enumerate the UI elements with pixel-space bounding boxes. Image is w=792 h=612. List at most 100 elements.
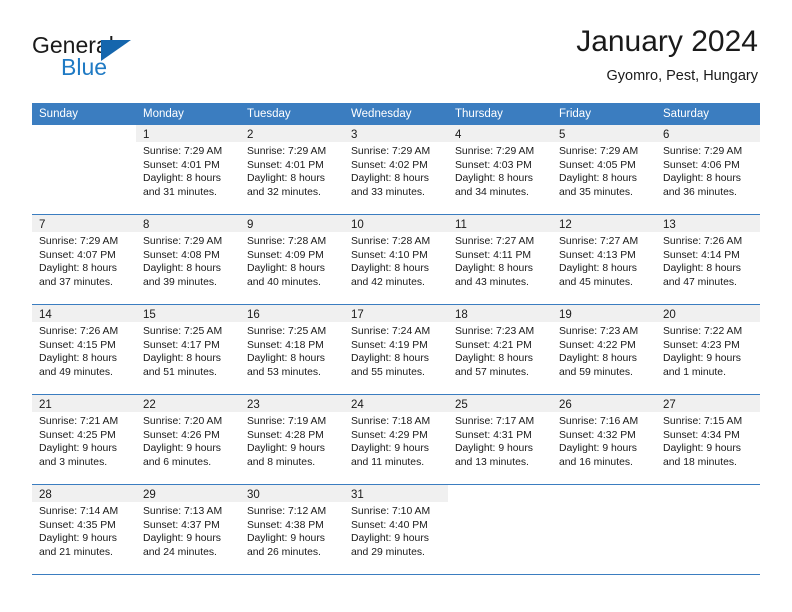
day-info-line: Sunset: 4:13 PM	[559, 249, 636, 261]
day-info: Sunrise: 7:23 AM Sunset: 4:21 PM Daylight:…	[448, 322, 552, 379]
day-cell[interactable]: 5 Sunrise: 7:29 AM Sunset: 4:05 PM Daylight…	[552, 125, 656, 214]
day-cell[interactable]: 14 Sunrise: 7:26 AM Sunset: 4:15 PM Dayligh…	[32, 305, 136, 394]
day-number-band: 4	[448, 125, 552, 142]
day-cell[interactable]: 1 Sunrise: 7:29 AM Sunset: 4:01 PM Daylight…	[136, 125, 240, 214]
day-info-line: Sunrise: 7:29 AM	[143, 146, 223, 157]
day-info-line: Sunset: 4:10 PM	[351, 249, 428, 261]
day-cell[interactable]: 7 Sunrise: 7:29 AM Sunset: 4:07 PM Daylight…	[32, 215, 136, 304]
day-info-line: Daylight: 9 hours	[247, 533, 325, 545]
general-blue-logo[interactable]: General Blue	[32, 32, 212, 88]
day-info-line: Sunrise: 7:18 AM	[351, 416, 431, 427]
day-number: 1	[143, 129, 150, 141]
day-number: 13	[663, 219, 676, 231]
day-info-line: Daylight: 8 hours	[351, 353, 429, 365]
day-number-band: 18	[448, 305, 552, 322]
day-info-line: Sunrise: 7:16 AM	[559, 416, 639, 427]
day-number-band: 21	[32, 395, 136, 412]
day-info: Sunrise: 7:19 AM Sunset: 4:28 PM Daylight:…	[240, 412, 344, 469]
day-info-line: Sunrise: 7:29 AM	[39, 236, 119, 247]
day-info: Sunrise: 7:27 AM Sunset: 4:11 PM Daylight:…	[448, 232, 552, 289]
day-info-line: Sunrise: 7:26 AM	[663, 236, 743, 247]
day-number: 27	[663, 399, 676, 411]
day-info-line: Daylight: 9 hours	[39, 533, 117, 545]
day-info-line: Daylight: 9 hours	[559, 443, 637, 455]
day-info-line: Sunset: 4:21 PM	[455, 339, 532, 351]
day-cell[interactable]: 21 Sunrise: 7:21 AM Sunset: 4:25 PM Dayligh…	[32, 395, 136, 484]
day-info-line: Sunrise: 7:21 AM	[39, 416, 119, 427]
day-info: Sunrise: 7:26 AM Sunset: 4:15 PM Daylight:…	[32, 322, 136, 379]
day-number: 22	[143, 399, 156, 411]
day-info: Sunrise: 7:28 AM Sunset: 4:10 PM Daylight:…	[344, 232, 448, 289]
day-number: 9	[247, 219, 254, 231]
day-info: Sunrise: 7:29 AM Sunset: 4:05 PM Daylight:…	[552, 142, 656, 199]
day-cell[interactable]: 29 Sunrise: 7:13 AM Sunset: 4:37 PM Dayligh…	[136, 485, 240, 574]
day-info: Sunrise: 7:29 AM Sunset: 4:07 PM Daylight:…	[32, 232, 136, 289]
day-info-line: Daylight: 9 hours	[143, 533, 221, 545]
day-info-line: and 47 minutes.	[663, 276, 737, 288]
day-cell[interactable]: 26 Sunrise: 7:16 AM Sunset: 4:32 PM Dayligh…	[552, 395, 656, 484]
day-cell[interactable]: 25 Sunrise: 7:17 AM Sunset: 4:31 PM Dayligh…	[448, 395, 552, 484]
day-info: Sunrise: 7:25 AM Sunset: 4:18 PM Daylight:…	[240, 322, 344, 379]
day-cell[interactable]: 19 Sunrise: 7:23 AM Sunset: 4:22 PM Dayligh…	[552, 305, 656, 394]
day-number-band	[448, 485, 552, 502]
day-info-line: Sunset: 4:03 PM	[455, 159, 532, 171]
day-cell[interactable]: 20 Sunrise: 7:22 AM Sunset: 4:23 PM Dayligh…	[656, 305, 760, 394]
day-cell[interactable]: 13 Sunrise: 7:26 AM Sunset: 4:14 PM Dayligh…	[656, 215, 760, 304]
day-cell[interactable]: 28 Sunrise: 7:14 AM Sunset: 4:35 PM Dayligh…	[32, 485, 136, 574]
day-number: 10	[351, 219, 364, 231]
day-cell[interactable]: 4 Sunrise: 7:29 AM Sunset: 4:03 PM Daylight…	[448, 125, 552, 214]
day-cell[interactable]: 6 Sunrise: 7:29 AM Sunset: 4:06 PM Daylight…	[656, 125, 760, 214]
day-number-band: 1	[136, 125, 240, 142]
calendar-week-row: 1 Sunrise: 7:29 AM Sunset: 4:01 PM Daylight…	[32, 125, 760, 214]
day-cell[interactable]: 3 Sunrise: 7:29 AM Sunset: 4:02 PM Daylight…	[344, 125, 448, 214]
day-info: Sunrise: 7:29 AM Sunset: 4:01 PM Daylight:…	[136, 142, 240, 199]
day-number-band: 22	[136, 395, 240, 412]
day-cell[interactable]: 10 Sunrise: 7:28 AM Sunset: 4:10 PM Dayligh…	[344, 215, 448, 304]
day-cell[interactable]: 27 Sunrise: 7:15 AM Sunset: 4:34 PM Dayligh…	[656, 395, 760, 484]
day-info-line: Sunset: 4:17 PM	[143, 339, 220, 351]
day-cell[interactable]: 11 Sunrise: 7:27 AM Sunset: 4:11 PM Dayligh…	[448, 215, 552, 304]
day-number-band: 29	[136, 485, 240, 502]
day-info-line: Sunset: 4:05 PM	[559, 159, 636, 171]
day-number-band: 31	[344, 485, 448, 502]
day-cell[interactable]: 18 Sunrise: 7:23 AM Sunset: 4:21 PM Dayligh…	[448, 305, 552, 394]
day-cell[interactable]: 17 Sunrise: 7:24 AM Sunset: 4:19 PM Dayligh…	[344, 305, 448, 394]
day-info-line: Sunrise: 7:23 AM	[455, 326, 535, 337]
day-info-line: Sunrise: 7:23 AM	[559, 326, 639, 337]
day-info-line: Sunset: 4:18 PM	[247, 339, 324, 351]
day-info-line: Daylight: 8 hours	[247, 173, 325, 185]
day-info-line: Sunset: 4:40 PM	[351, 519, 428, 531]
day-info-line: Sunset: 4:01 PM	[143, 159, 220, 171]
day-number: 12	[559, 219, 572, 231]
day-info-line: and 45 minutes.	[559, 276, 633, 288]
day-number-band: 14	[32, 305, 136, 322]
day-info-line: Sunrise: 7:22 AM	[663, 326, 743, 337]
day-info: Sunrise: 7:12 AM Sunset: 4:38 PM Daylight:…	[240, 502, 344, 559]
day-cell[interactable]: 9 Sunrise: 7:28 AM Sunset: 4:09 PM Daylight…	[240, 215, 344, 304]
day-number-band: 25	[448, 395, 552, 412]
day-info-line: and 34 minutes.	[455, 186, 529, 198]
day-info-line: and 21 minutes.	[39, 546, 113, 558]
calendar-week-row: 28 Sunrise: 7:14 AM Sunset: 4:35 PM Dayligh…	[32, 484, 760, 574]
day-cell[interactable]: 15 Sunrise: 7:25 AM Sunset: 4:17 PM Dayligh…	[136, 305, 240, 394]
day-cell[interactable]: 2 Sunrise: 7:29 AM Sunset: 4:01 PM Daylight…	[240, 125, 344, 214]
day-info: Sunrise: 7:13 AM Sunset: 4:37 PM Daylight:…	[136, 502, 240, 559]
day-cell[interactable]: 23 Sunrise: 7:19 AM Sunset: 4:28 PM Dayligh…	[240, 395, 344, 484]
day-number: 15	[143, 309, 156, 321]
day-number: 28	[39, 489, 52, 501]
day-cell[interactable]: 8 Sunrise: 7:29 AM Sunset: 4:08 PM Daylight…	[136, 215, 240, 304]
calendar-week-row: 14 Sunrise: 7:26 AM Sunset: 4:15 PM Dayligh…	[32, 304, 760, 394]
day-number-band: 15	[136, 305, 240, 322]
day-info-line: Daylight: 8 hours	[663, 173, 741, 185]
day-number: 25	[455, 399, 468, 411]
day-cell[interactable]: 12 Sunrise: 7:27 AM Sunset: 4:13 PM Dayligh…	[552, 215, 656, 304]
day-info-line: Daylight: 8 hours	[39, 353, 117, 365]
day-info-line: Daylight: 8 hours	[559, 263, 637, 275]
day-cell[interactable]: 22 Sunrise: 7:20 AM Sunset: 4:26 PM Dayligh…	[136, 395, 240, 484]
day-cell[interactable]: 16 Sunrise: 7:25 AM Sunset: 4:18 PM Dayligh…	[240, 305, 344, 394]
day-info-line: Daylight: 8 hours	[351, 263, 429, 275]
day-cell[interactable]: 24 Sunrise: 7:18 AM Sunset: 4:29 PM Dayligh…	[344, 395, 448, 484]
day-cell[interactable]: 31 Sunrise: 7:10 AM Sunset: 4:40 PM Dayligh…	[344, 485, 448, 574]
day-cell[interactable]: 30 Sunrise: 7:12 AM Sunset: 4:38 PM Dayligh…	[240, 485, 344, 574]
day-info-line: Sunrise: 7:29 AM	[351, 146, 431, 157]
